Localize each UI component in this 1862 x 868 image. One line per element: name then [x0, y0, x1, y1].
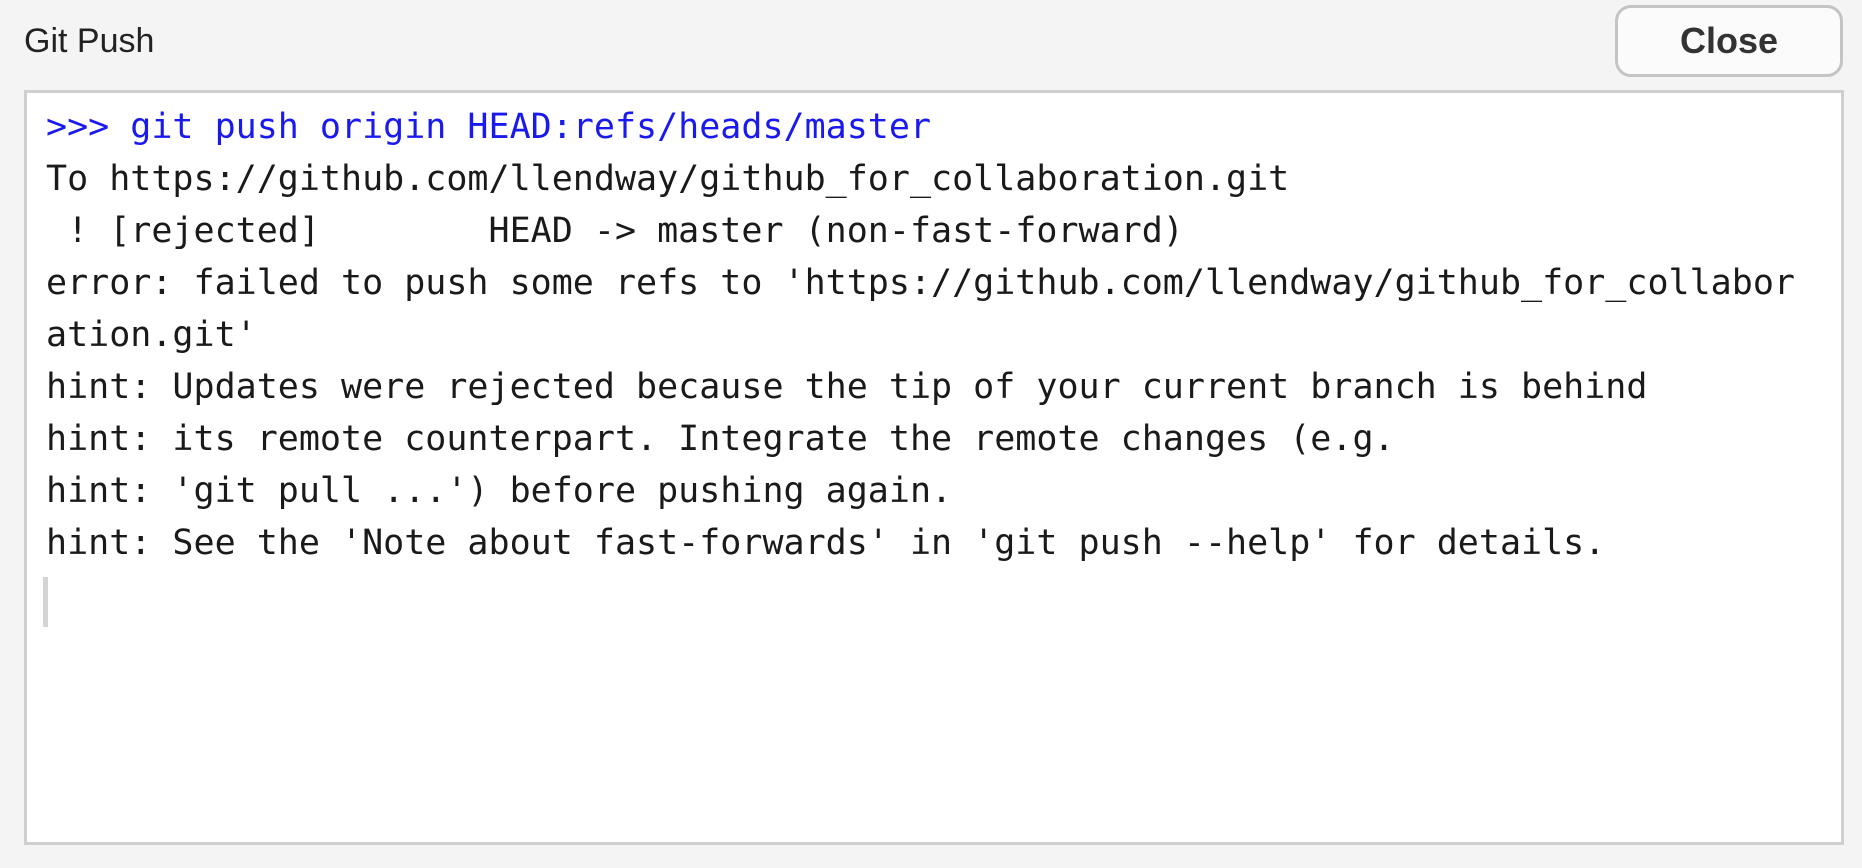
output-line: ! [rejected] HEAD -> master (non-fast-fo… [46, 211, 1184, 251]
output-line: hint: its remote counterpart. Integrate … [46, 419, 1395, 459]
output-line: hint: Updates were rejected because the … [46, 367, 1648, 407]
output-console[interactable]: >>> git push origin HEAD:refs/heads/mast… [24, 90, 1844, 845]
output-line: error: failed to push some refs to 'http… [46, 263, 1795, 303]
text-cursor [43, 577, 48, 627]
output-line: hint: See the 'Note about fast-forwards'… [46, 523, 1606, 563]
git-push-dialog: Git Push Close >>> git push origin HEAD:… [0, 0, 1862, 868]
output-line-command: >>> git push origin HEAD:refs/heads/mast… [46, 107, 932, 147]
output-line: hint: 'git pull ...') before pushing aga… [46, 471, 953, 511]
close-button[interactable]: Close [1615, 5, 1843, 77]
output-line: ation.git' [46, 315, 257, 355]
dialog-title: Git Push [24, 22, 155, 60]
output-line: To https://github.com/llendway/github_fo… [46, 159, 1290, 199]
